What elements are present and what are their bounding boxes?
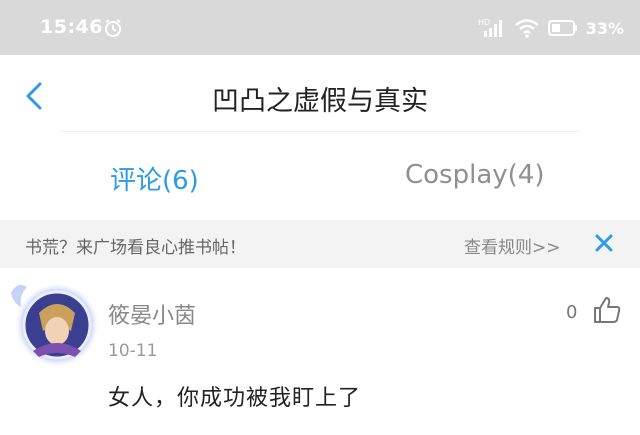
comment-text: 女人，你成功被我盯上了 (108, 386, 362, 411)
status-time: 15:46 (40, 16, 103, 38)
battery-percent: 33% (585, 18, 624, 38)
comment-username[interactable]: 筱晏小茵 (108, 298, 196, 330)
notice-banner: 书荒？来广场看良心推书帖！ 查看规则>> (0, 220, 640, 268)
network-label: HD (478, 18, 490, 27)
like-count: 0 (566, 302, 578, 323)
avatar[interactable] (5, 273, 100, 368)
header-divider (60, 131, 580, 132)
alarm-icon (105, 19, 121, 37)
battery-icon (547, 20, 577, 36)
header: 凹凸之虚假与真实 (0, 55, 640, 135)
thumbs-up-icon[interactable] (592, 295, 622, 325)
status-icons: HD 33% (478, 14, 624, 42)
banner-text: 书荒？来广场看良心推书帖！ (25, 238, 246, 258)
comment-date: 10-11 (108, 341, 158, 361)
tab-comments[interactable]: 评论(6) (110, 160, 199, 197)
wifi-icon (514, 19, 539, 38)
page-title: 凹凸之虚假与真实 (212, 86, 428, 117)
comment-item: 筱晏小茵 10-11 女人，你成功被我盯上了 0 (0, 268, 640, 435)
signal-icon: HD (478, 18, 502, 37)
tab-cosplay[interactable]: Cosplay(4) (405, 160, 544, 190)
tab-bar: 评论(6) Cosplay(4) (0, 148, 640, 208)
close-icon[interactable] (593, 232, 615, 254)
status-bar: 15:46 HD 33% (0, 0, 640, 55)
view-rules-link[interactable]: 查看规则>> (464, 233, 561, 258)
